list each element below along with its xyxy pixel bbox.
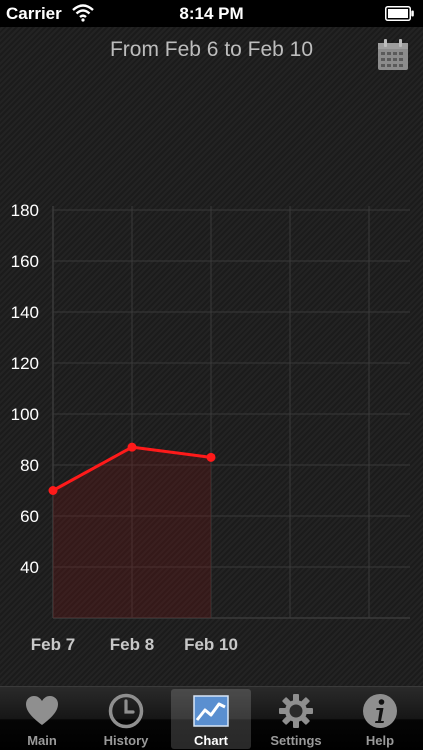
- series-area: [53, 447, 211, 618]
- heart-icon: [26, 696, 58, 725]
- y-tick-label: 120: [11, 354, 39, 373]
- info-icon: [363, 694, 397, 728]
- x-tick-label: Feb 8: [110, 635, 154, 654]
- y-tick-label: 40: [20, 558, 39, 577]
- line-chart: 40 60 80 100 120 140 160 180 Feb 7 Feb 8 Feb 10: [11, 201, 410, 654]
- x-tick-label: Feb 7: [31, 635, 75, 654]
- chart-screen: Carrier 8:14 PM From Feb 6 to Feb 10 40 …: [0, 0, 423, 750]
- status-bar: Carrier 8:14 PM: [0, 0, 423, 27]
- tab-label: History: [103, 733, 149, 748]
- tab-chart[interactable]: Chart: [171, 689, 251, 749]
- y-tick-label: 160: [11, 252, 39, 271]
- calendar-icon: [378, 39, 408, 70]
- y-tick-label: 80: [20, 456, 39, 475]
- chart-icon: [193, 695, 229, 727]
- calendar-button[interactable]: [376, 38, 410, 72]
- tab-history[interactable]: History: [86, 689, 166, 749]
- tab-help[interactable]: Help: [340, 689, 420, 749]
- data-point: [206, 452, 216, 462]
- y-tick-label: 180: [11, 201, 39, 220]
- y-tick-label: 60: [20, 507, 39, 526]
- battery-icon: [385, 6, 415, 26]
- tab-label: Main: [27, 733, 57, 748]
- tab-bar: Main History Chart Settings Help: [0, 686, 423, 750]
- gear-icon: [279, 694, 313, 728]
- data-point: [48, 486, 58, 495]
- y-tick-label: 100: [11, 405, 39, 424]
- date-range-title: From Feb 6 to Feb 10: [109, 38, 314, 61]
- clock-icon: [108, 693, 144, 729]
- tab-label: Help: [365, 733, 395, 748]
- tab-label: Settings: [270, 733, 322, 748]
- data-point: [127, 442, 137, 452]
- series-layer: [48, 442, 216, 618]
- tab-label: Chart: [194, 733, 228, 748]
- y-tick-label: 140: [11, 303, 39, 322]
- tab-settings[interactable]: Settings: [256, 689, 336, 749]
- tab-main[interactable]: Main: [2, 689, 82, 749]
- status-time: 8:14 PM: [179, 4, 244, 23]
- y-axis-ticks: 40 60 80 100 120 140 160 180: [11, 201, 39, 577]
- x-tick-label: Feb 10: [184, 635, 238, 654]
- x-axis-ticks: Feb 7 Feb 8 Feb 10: [31, 635, 238, 654]
